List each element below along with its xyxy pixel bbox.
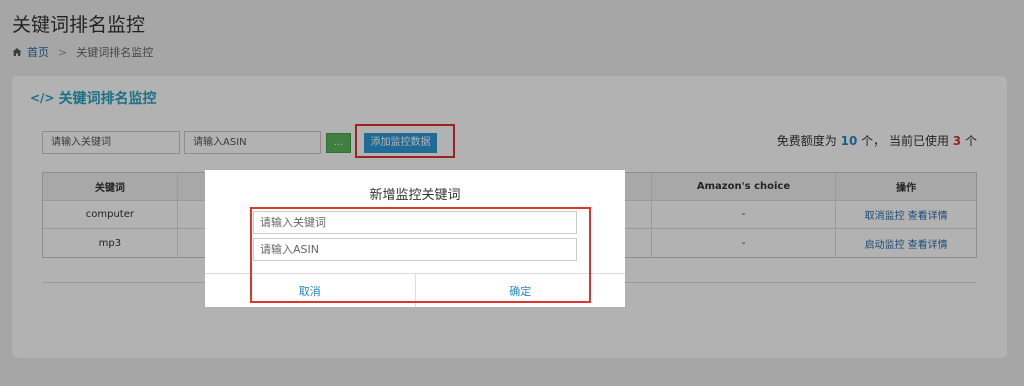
modal-title: 新增监控关键词 [369,188,461,203]
modal-highlight-box [250,207,591,303]
